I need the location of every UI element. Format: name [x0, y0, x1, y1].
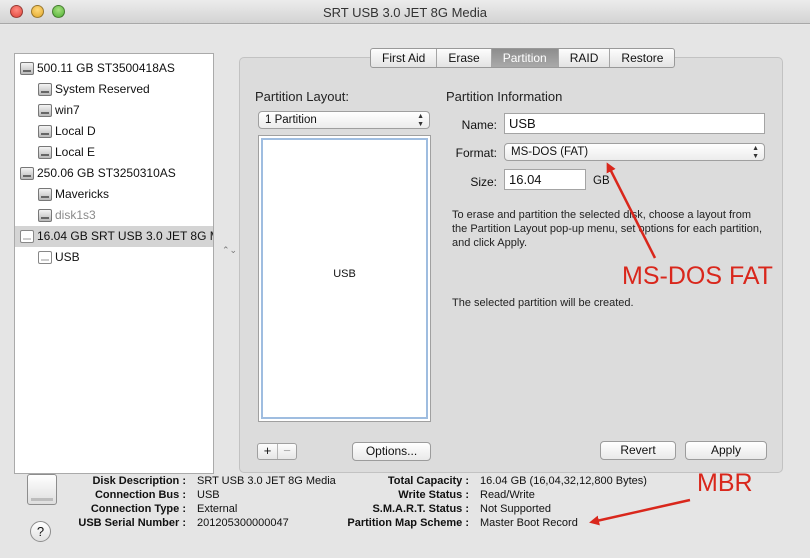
- partition-layout-value: 1 Partition: [265, 114, 317, 126]
- sidebar-item-label: win7: [55, 103, 80, 117]
- size-field[interactable]: 16.04: [504, 169, 586, 190]
- size-unit: GB: [593, 175, 610, 187]
- window-content: 500.11 GB ST3500418AS System Reserved win7…: [0, 25, 810, 558]
- connection-bus-label: Connection Bus :: [94, 489, 186, 501]
- partition-layout-popup[interactable]: 1 Partition ▲ ▼: [258, 111, 430, 129]
- sidebar-item[interactable]: System Reserved: [15, 79, 213, 100]
- disk-description-value: SRT USB 3.0 JET 8G Media: [197, 475, 336, 487]
- smart-status-value: Not Supported: [480, 503, 551, 515]
- total-capacity-value: 16.04 GB (16,04,32,12,800 Bytes): [480, 475, 647, 487]
- partition-status: The selected partition will be created.: [452, 297, 634, 309]
- window-title: SRT USB 3.0 JET 8G Media: [322, 5, 488, 20]
- remove-partition-button[interactable]: −: [277, 444, 296, 459]
- partition-block-usb[interactable]: USB: [261, 138, 428, 419]
- hard-drive-icon: [38, 125, 52, 138]
- connection-bus-value: USB: [197, 489, 220, 501]
- partition-map-scheme-label: Partition Map Scheme :: [347, 517, 469, 529]
- disk-description-label: Disk Description :: [92, 475, 186, 487]
- sidebar-item-label: Local E: [55, 145, 96, 159]
- size-label: Size:: [470, 175, 497, 189]
- sidebar-item-label: disk1s3: [55, 208, 96, 222]
- tab-restore[interactable]: Restore: [610, 49, 674, 67]
- disk-info-bar: ? Disk Description : SRT USB 3.0 JET 8G …: [0, 462, 810, 558]
- tab-raid[interactable]: RAID: [559, 49, 611, 67]
- apply-button[interactable]: Apply: [685, 441, 767, 460]
- sidebar-item[interactable]: USB: [15, 247, 213, 268]
- options-button[interactable]: Options...: [352, 442, 431, 461]
- usb-drive-icon: [38, 251, 52, 264]
- hard-drive-icon: [38, 146, 52, 159]
- partition-instructions: To erase and partition the selected disk…: [452, 209, 763, 249]
- help-button[interactable]: ?: [30, 521, 51, 542]
- connection-type-label: Connection Type :: [90, 503, 186, 515]
- smart-status-label: S.M.A.R.T. Status :: [372, 503, 469, 515]
- usb-drive-icon: [20, 230, 34, 243]
- add-remove-partition-buttons: + −: [257, 443, 297, 460]
- add-partition-button[interactable]: +: [258, 444, 277, 459]
- sidebar-item[interactable]: Local E: [15, 142, 213, 163]
- sidebar-item[interactable]: Local D: [15, 121, 213, 142]
- write-status-label: Write Status :: [398, 489, 469, 501]
- write-status-value: Read/Write: [480, 489, 535, 501]
- sidebar-item[interactable]: 250.06 GB ST3250310AS: [15, 163, 213, 184]
- name-field[interactable]: USB: [504, 113, 765, 134]
- hard-drive-icon: [20, 167, 34, 180]
- tab-bar: First Aid Erase Partition RAID Restore: [370, 48, 676, 68]
- hard-drive-icon: [38, 104, 52, 117]
- format-popup[interactable]: MS-DOS (FAT) ▲ ▼: [504, 143, 765, 161]
- sidebar-item[interactable]: Mavericks: [15, 184, 213, 205]
- tab-first-aid[interactable]: First Aid: [371, 49, 438, 67]
- sidebar-item-label: Local D: [55, 124, 96, 138]
- hard-drive-icon: [38, 188, 52, 201]
- sidebar-item-label: USB: [55, 250, 80, 264]
- partition-info-heading: Partition Information: [446, 89, 563, 104]
- sidebar-item-label: System Reserved: [55, 82, 150, 96]
- sidebar-item-label: 16.04 GB SRT USB 3.0 JET 8G M: [37, 229, 214, 243]
- sidebar-item[interactable]: disk1s3: [15, 205, 213, 226]
- popup-arrows-icon: ▲ ▼: [417, 113, 424, 128]
- sidebar-item-label: 500.11 GB ST3500418AS: [37, 61, 175, 75]
- scheme-annotation: MBR: [697, 469, 753, 497]
- name-label: Name:: [461, 118, 497, 132]
- partition-layout-heading: Partition Layout:: [255, 89, 349, 104]
- format-annotation: MS-DOS FAT: [622, 262, 773, 290]
- usb-serial-value: 201205300000047: [197, 517, 289, 529]
- title-bar: SRT USB 3.0 JET 8G Media: [0, 0, 810, 24]
- format-label: Format:: [455, 146, 497, 160]
- revert-button[interactable]: Revert: [600, 441, 676, 460]
- sidebar-item-label: 250.06 GB ST3250310AS: [37, 166, 176, 180]
- format-value: MS-DOS (FAT): [511, 146, 589, 158]
- popup-arrows-icon: ▲ ▼: [752, 145, 759, 160]
- hard-drive-icon: [38, 83, 52, 96]
- sidebar-item[interactable]: 500.11 GB ST3500418AS: [15, 58, 213, 79]
- usb-serial-label: USB Serial Number :: [78, 517, 186, 529]
- usb-disk-icon: [27, 474, 57, 505]
- sidebar-splitter-handle[interactable]: ⌃⌄: [222, 245, 237, 256]
- partition-layout-map: USB: [258, 135, 431, 422]
- partition-block-label: USB: [333, 268, 356, 280]
- partition-map-scheme-value: Master Boot Record: [480, 517, 578, 529]
- tab-partition[interactable]: Partition: [491, 49, 559, 67]
- sidebar-item-label: Mavericks: [55, 187, 110, 201]
- sidebar-item[interactable]: 16.04 GB SRT USB 3.0 JET 8G M: [15, 226, 214, 247]
- tab-erase[interactable]: Erase: [437, 49, 492, 67]
- total-capacity-label: Total Capacity :: [387, 475, 469, 487]
- hard-drive-icon: [20, 62, 34, 75]
- sidebar-item[interactable]: win7: [15, 100, 213, 121]
- hard-drive-icon: [38, 209, 52, 222]
- connection-type-value: External: [197, 503, 238, 515]
- disk-sidebar[interactable]: 500.11 GB ST3500418AS System Reserved win7…: [14, 53, 214, 474]
